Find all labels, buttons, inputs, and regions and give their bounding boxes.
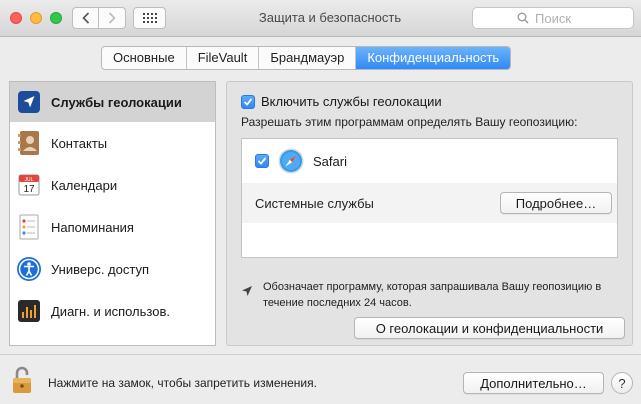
enable-location-label: Включить службы геолокации xyxy=(261,94,442,109)
chevron-right-icon xyxy=(108,12,116,24)
show-all-button[interactable] xyxy=(133,7,166,29)
sidebar-item-label: Универс. доступ xyxy=(51,261,150,277)
reminders-icon xyxy=(16,214,42,240)
sidebar-item-diagnostics[interactable]: Диагн. и использов. xyxy=(10,290,215,332)
forward-button[interactable] xyxy=(99,7,126,29)
app-row-safari: Safari xyxy=(242,139,617,183)
lock-icon[interactable] xyxy=(12,366,32,394)
chevron-left-icon xyxy=(81,12,89,24)
about-location-privacy-button[interactable]: О геолокации и конфиденциальности xyxy=(354,317,625,339)
sidebar-item-label: Службы геолокации xyxy=(51,94,182,110)
title-bar: Защита и безопасность xyxy=(0,0,641,37)
navigation-buttons xyxy=(72,7,126,29)
enable-location-checkbox[interactable] xyxy=(241,94,255,109)
tab-general[interactable]: Основные xyxy=(102,47,187,69)
svg-text:JUL: JUL xyxy=(25,177,34,183)
zoom-window-button[interactable] xyxy=(50,12,62,24)
grid-icon xyxy=(142,13,157,23)
tab-firewall[interactable]: Брандмауэр xyxy=(259,47,357,69)
diagnostics-icon xyxy=(16,298,42,324)
allow-apps-label: Разрешать этим программам определять Ваш… xyxy=(241,115,578,129)
tab-bar: Основные FileVault Брандмауэр Конфиденци… xyxy=(101,46,512,70)
search-icon xyxy=(517,12,529,24)
sidebar-item-label: Контакты xyxy=(51,135,108,151)
checkmark-icon xyxy=(243,97,253,106)
search-field[interactable] xyxy=(472,7,634,29)
sidebar-item-label: Напоминания xyxy=(51,219,134,235)
app-list: Safari Системные службы Подробнее… xyxy=(241,138,618,258)
advanced-button[interactable]: Дополнительно… xyxy=(463,372,604,394)
system-services-label: Системные службы xyxy=(255,195,374,211)
note-text: Обозначает программу, которая запрашивал… xyxy=(263,281,602,309)
search-input[interactable] xyxy=(472,7,634,29)
preferences-window: Защита и безопасность Основные FileVault… xyxy=(0,0,641,404)
sidebar-item-label: Диагн. и использов. xyxy=(51,303,170,319)
recent-use-note: Обозначает программу, которая запрашивал… xyxy=(241,279,626,311)
help-button[interactable]: ? xyxy=(611,372,633,394)
tab-filevault[interactable]: FileVault xyxy=(187,47,260,69)
privacy-category-list: Службы геолокации Контакты JUL 17 Календ… xyxy=(9,81,216,346)
window-title: Защита и безопасность xyxy=(258,10,402,25)
tab-privacy[interactable]: Конфиденциальность xyxy=(356,47,511,69)
safari-checkbox[interactable] xyxy=(255,154,269,168)
safari-compass-icon xyxy=(278,148,304,174)
close-window-button[interactable] xyxy=(10,12,22,24)
calendar-icon: JUL 17 xyxy=(16,172,42,198)
back-button[interactable] xyxy=(72,7,99,29)
contacts-book-icon xyxy=(16,130,42,156)
system-services-row: Системные службы Подробнее… xyxy=(242,183,617,223)
app-name: Safari xyxy=(313,153,347,169)
location-services-panel: Включить службы геолокации Разрешать эти… xyxy=(226,81,633,346)
minimize-window-button[interactable] xyxy=(30,12,42,24)
accessibility-icon xyxy=(16,256,42,282)
checkmark-icon xyxy=(257,157,267,165)
footer-divider xyxy=(0,354,641,355)
sidebar-item-accessibility[interactable]: Универс. доступ xyxy=(10,248,215,290)
lock-instruction: Нажмите на замок, чтобы запретить измене… xyxy=(48,376,317,390)
sidebar-item-contacts[interactable]: Контакты xyxy=(10,122,215,164)
details-button[interactable]: Подробнее… xyxy=(500,192,612,214)
sidebar-item-calendars[interactable]: JUL 17 Календари xyxy=(10,164,215,206)
sidebar-item-location-services[interactable]: Службы геолокации xyxy=(10,82,215,122)
enable-location-services[interactable]: Включить службы геолокации xyxy=(241,94,442,109)
sidebar-item-reminders[interactable]: Напоминания xyxy=(10,206,215,248)
sidebar-item-label: Календари xyxy=(51,177,118,193)
location-arrow-icon xyxy=(16,89,42,115)
location-arrow-icon xyxy=(242,286,252,296)
svg-text:17: 17 xyxy=(23,184,35,195)
